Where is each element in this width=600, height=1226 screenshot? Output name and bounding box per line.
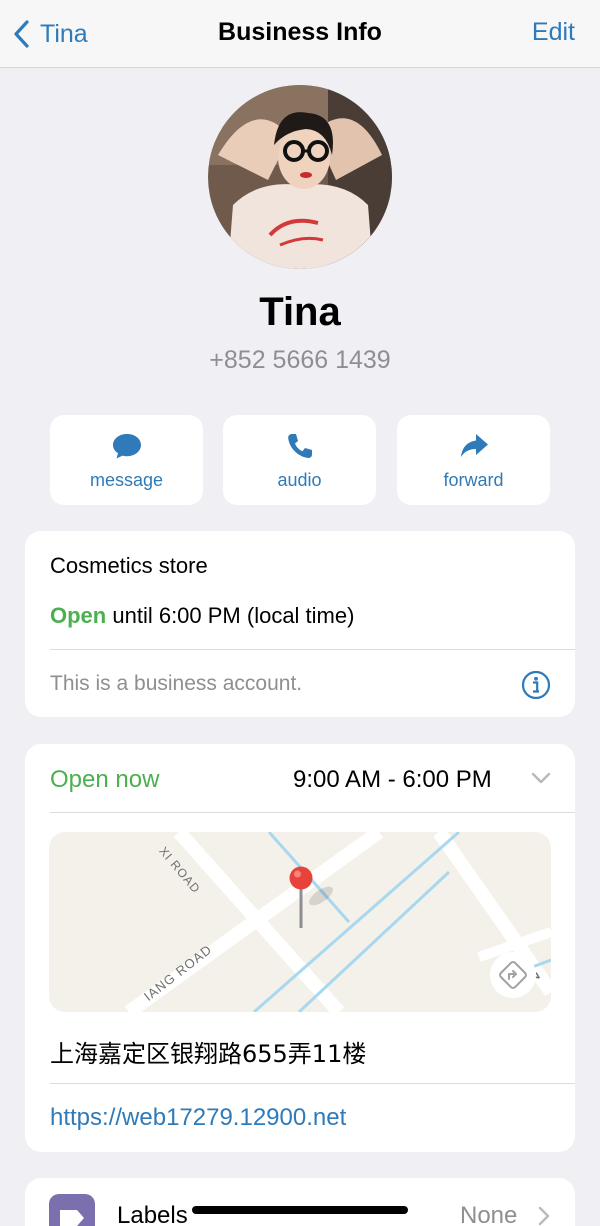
info-icon[interactable]	[521, 670, 551, 700]
address[interactable]: 上海嘉定区银翔路655弄11楼	[50, 1034, 366, 1069]
directions-icon	[499, 961, 527, 989]
edit-button[interactable]: Edit	[532, 18, 575, 47]
website-link[interactable]: https://web17279.12900.net	[50, 1104, 346, 1132]
business-info-card: Cosmetics store Open until 6:00 PM (loca…	[25, 531, 575, 717]
business-account-note: This is a business account.	[50, 672, 303, 695]
navigation-bar: Tina Business Info Edit	[0, 0, 600, 68]
tag-icon	[60, 1210, 84, 1226]
profile-photo	[208, 85, 392, 269]
open-now-status: Open now	[50, 766, 160, 793]
labels-icon	[49, 1194, 95, 1226]
opening-status: Open until 6:00 PM (local time)	[50, 603, 354, 629]
chevron-right-icon	[538, 1206, 550, 1226]
contact-phone[interactable]: +852 5666 1439	[0, 346, 600, 375]
business-category: Cosmetics store	[50, 553, 208, 578]
chevron-down-icon	[531, 772, 551, 784]
forward-label: forward	[443, 470, 504, 490]
chat-bubble-icon	[112, 434, 141, 459]
labels-title: Labels	[117, 1202, 188, 1226]
contact-name: Tina	[259, 290, 341, 334]
forward-button[interactable]: forward	[397, 415, 550, 505]
home-indicator	[192, 1206, 408, 1214]
directions-button[interactable]	[490, 952, 536, 998]
divider	[50, 1083, 575, 1084]
map-view[interactable]: XI ROAD IANG ROAD Z	[49, 832, 551, 1012]
divider	[50, 649, 575, 650]
phone-icon	[287, 434, 312, 458]
map-pin-icon	[289, 866, 333, 928]
open-until: until 6:00 PM (local time)	[112, 603, 355, 628]
message-label: message	[89, 470, 164, 490]
page-title: Business Info	[218, 18, 382, 46]
labels-row[interactable]: Labels None	[25, 1178, 575, 1226]
open-word: Open	[50, 603, 107, 628]
labels-value: None	[460, 1202, 518, 1226]
hours-range: 9:00 AM - 6:00 PM	[293, 766, 492, 793]
forward-arrow-icon	[460, 434, 488, 457]
divider	[50, 812, 575, 813]
audio-button[interactable]: audio	[223, 415, 376, 505]
location-card: Open now 9:00 AM - 6:00 PM XI ROAD IANG …	[25, 744, 575, 1152]
audio-label: audio	[277, 470, 322, 490]
message-button[interactable]: message	[50, 415, 203, 505]
avatar[interactable]	[208, 85, 392, 269]
